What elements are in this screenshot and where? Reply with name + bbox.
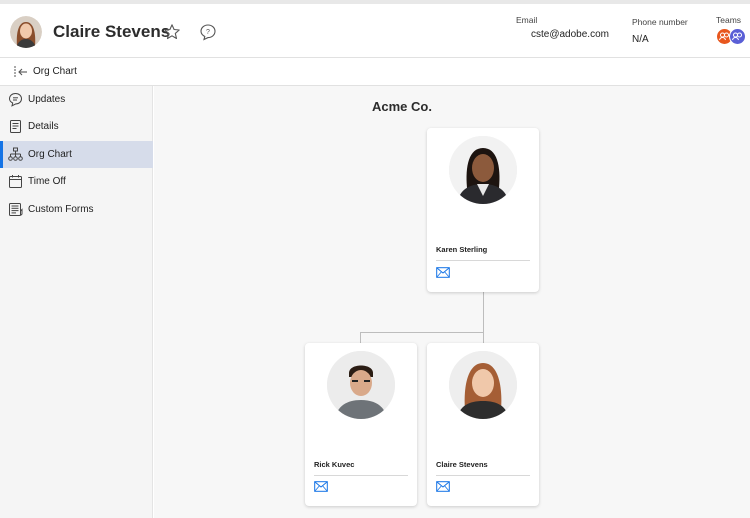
sidebar-item-details[interactable]: Details bbox=[0, 113, 153, 140]
email-label: Email bbox=[516, 15, 538, 25]
org-card-manager[interactable]: Karen Sterling bbox=[427, 128, 539, 292]
mail-icon[interactable] bbox=[314, 481, 328, 492]
person-photo bbox=[327, 351, 395, 419]
star-icon[interactable] bbox=[163, 23, 181, 41]
phone-label: Phone number bbox=[632, 17, 688, 27]
avatar[interactable] bbox=[10, 16, 42, 48]
person-name[interactable]: Karen Sterling bbox=[436, 245, 487, 254]
connector-line bbox=[360, 332, 361, 343]
team-badge[interactable] bbox=[729, 28, 746, 45]
profile-header: Claire Stevens ? Email cste@adobe.com Ph… bbox=[0, 0, 750, 58]
sidebar-item-label: Updates bbox=[28, 94, 66, 105]
company-name: Acme Co. bbox=[372, 99, 432, 114]
sidebar-item-label: Custom Forms bbox=[28, 204, 94, 215]
mail-icon[interactable] bbox=[436, 267, 450, 278]
section-toolbar: Org Chart bbox=[0, 58, 750, 86]
feedback-icon[interactable]: ? bbox=[199, 23, 217, 41]
collapse-panel-icon[interactable] bbox=[12, 65, 28, 79]
connector-line bbox=[483, 332, 484, 343]
email-value[interactable]: cste@adobe.com bbox=[531, 29, 609, 40]
svg-text:?: ? bbox=[206, 29, 210, 36]
person-photo bbox=[449, 136, 517, 204]
calendar-icon bbox=[9, 175, 22, 188]
comment-icon bbox=[8, 92, 23, 107]
sidebar-item-time-off[interactable]: Time Off bbox=[0, 168, 153, 195]
section-title: Org Chart bbox=[33, 66, 77, 77]
card-divider bbox=[314, 475, 408, 476]
team-icon bbox=[732, 32, 742, 41]
sidebar-item-org-chart[interactable]: Org Chart bbox=[0, 141, 153, 168]
teams-label: Teams bbox=[716, 15, 742, 25]
page-title: Claire Stevens bbox=[53, 22, 171, 41]
org-chart-icon bbox=[8, 147, 23, 161]
card-divider bbox=[436, 475, 530, 476]
org-card-report[interactable]: Rick Kuvec bbox=[305, 343, 417, 506]
person-name[interactable]: Rick Kuvec bbox=[314, 460, 354, 469]
connector-line bbox=[483, 292, 484, 332]
document-icon bbox=[10, 120, 21, 133]
connector-line bbox=[360, 332, 484, 333]
forms-icon bbox=[9, 203, 23, 216]
sidebar-item-updates[interactable]: Updates bbox=[0, 86, 153, 113]
sidebar-item-label: Details bbox=[28, 121, 59, 132]
org-card-report[interactable]: Claire Stevens bbox=[427, 343, 539, 506]
person-photo bbox=[449, 351, 517, 419]
phone-value: N/A bbox=[632, 34, 649, 45]
sidebar: Updates Details Org Chart Time Off Custo… bbox=[0, 86, 153, 518]
sidebar-item-label: Org Chart bbox=[28, 149, 72, 160]
sidebar-item-label: Time Off bbox=[28, 176, 66, 187]
card-divider bbox=[436, 260, 530, 261]
person-name[interactable]: Claire Stevens bbox=[436, 460, 488, 469]
org-chart-panel: Acme Co. Karen Sterling Rick Kuvec Clair… bbox=[154, 86, 750, 518]
sidebar-item-custom-forms[interactable]: Custom Forms bbox=[0, 196, 153, 223]
mail-icon[interactable] bbox=[436, 481, 450, 492]
